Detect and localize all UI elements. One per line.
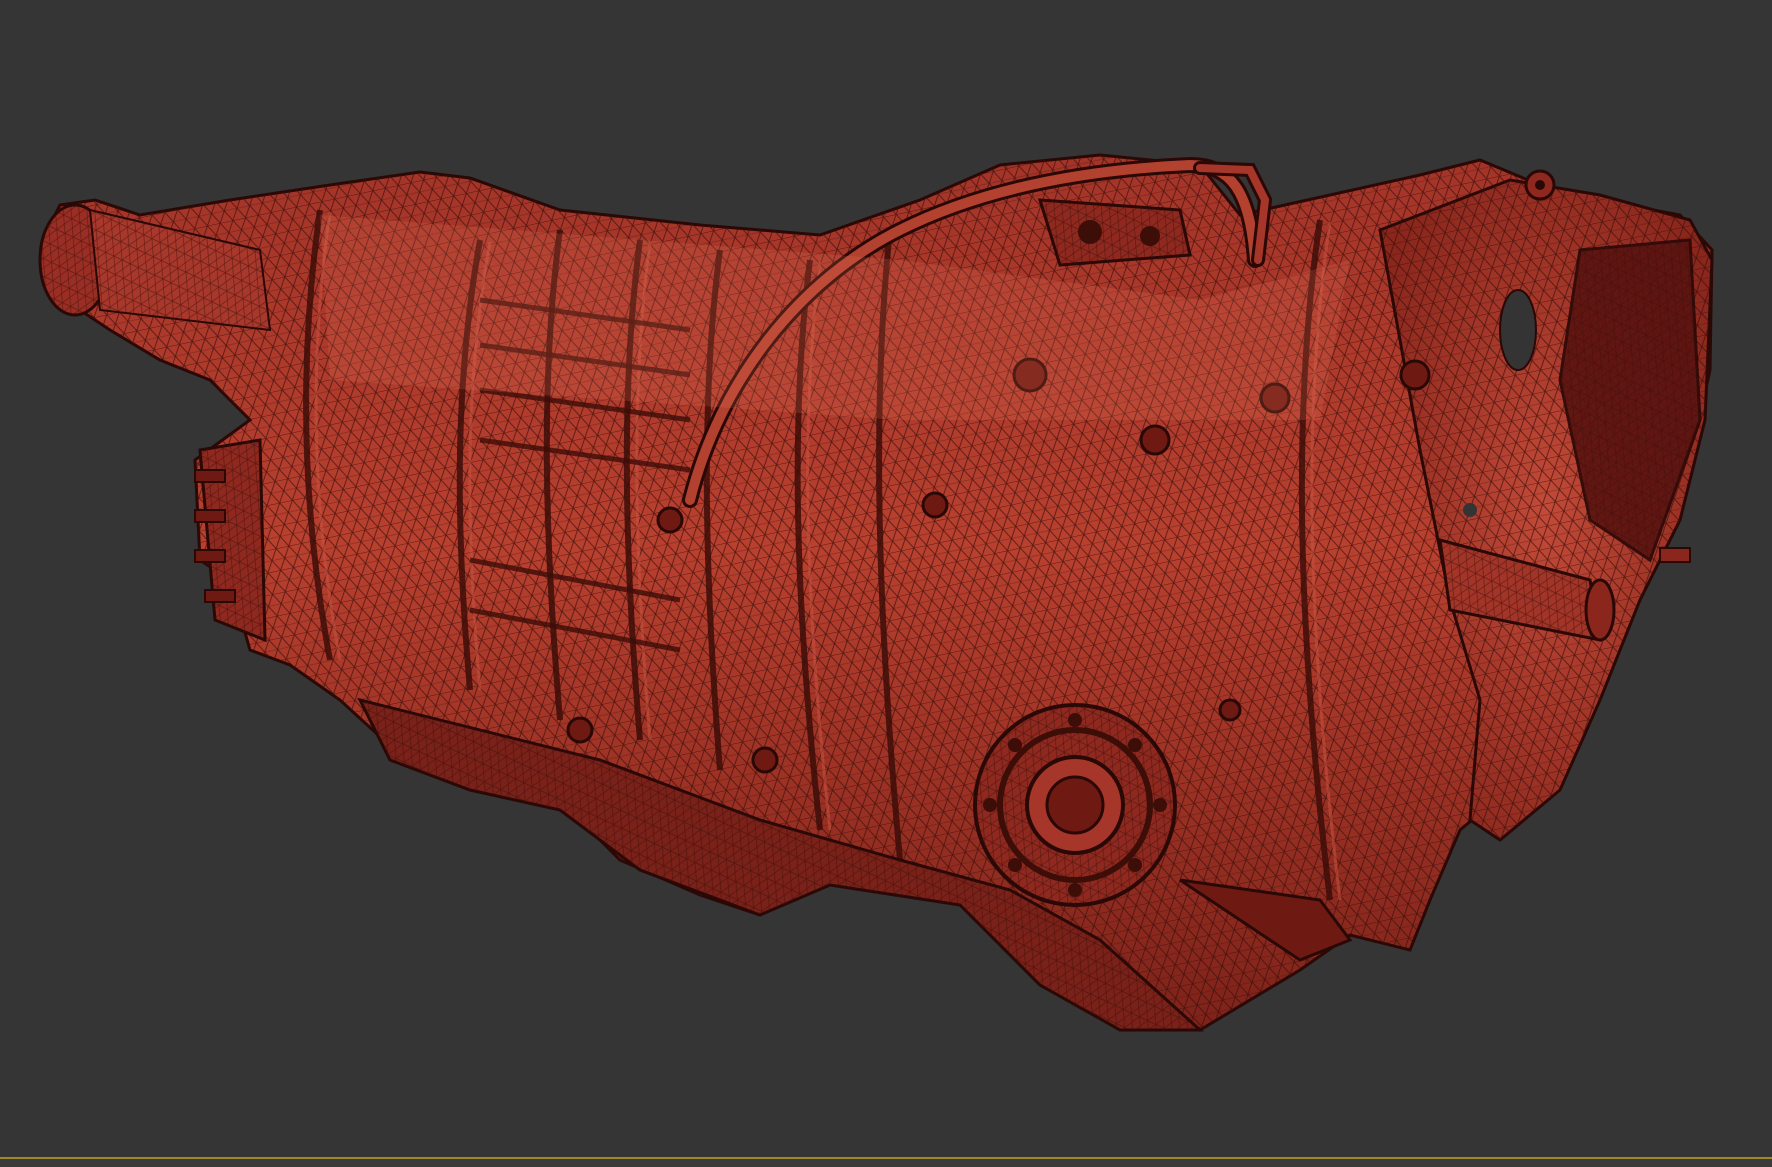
output-flange <box>973 703 1177 907</box>
status-bar-accent-line <box>0 1157 1772 1159</box>
3d-viewport[interactable] <box>0 0 1772 1157</box>
top-bracket <box>1037 198 1192 267</box>
transmission-mesh-model[interactable] <box>0 0 1772 1157</box>
